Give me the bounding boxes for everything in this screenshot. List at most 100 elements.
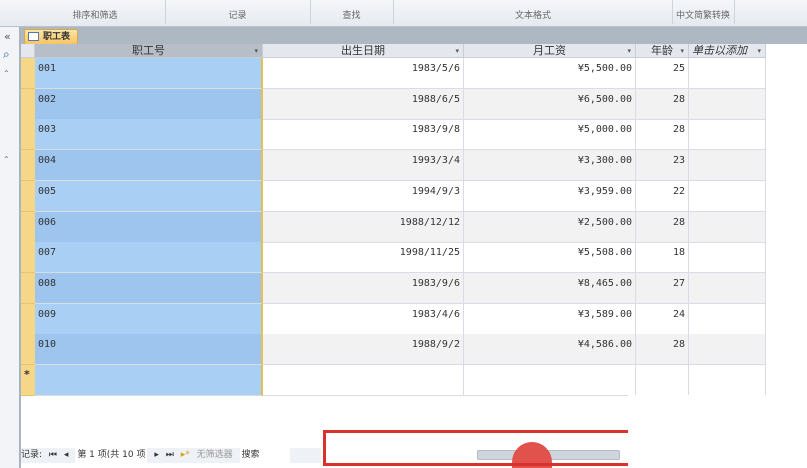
cell-add-field[interactable]	[689, 242, 766, 274]
cell-birth-date[interactable]: 1993/3/4	[263, 150, 464, 182]
cell-age[interactable]: 28	[636, 88, 689, 120]
column-header-label: 出生日期	[341, 44, 385, 57]
cell-birth-date[interactable]: 1983/4/6	[263, 303, 464, 335]
cell-add-field[interactable]	[689, 272, 766, 304]
row-selector[interactable]	[21, 272, 35, 304]
cell-birth-date[interactable]: 1988/12/12	[263, 211, 464, 243]
select-all-corner[interactable]	[21, 44, 35, 58]
cell-add-field[interactable]	[689, 180, 766, 212]
new-row-cell[interactable]	[464, 365, 636, 396]
cell-age[interactable]: 23	[636, 150, 689, 182]
row-selector[interactable]	[21, 88, 35, 120]
cell-employee-id[interactable]: 010	[35, 334, 263, 366]
cell-monthly-salary[interactable]: ¥8,465.00	[464, 272, 636, 304]
no-filter-button[interactable]: 无筛选器	[197, 448, 233, 463]
watermark-area	[628, 395, 807, 468]
cell-birth-date[interactable]: 1983/5/6	[263, 58, 464, 89]
cell-add-field[interactable]	[689, 211, 766, 243]
cell-employee-id[interactable]: 007	[35, 242, 263, 274]
cell-monthly-salary[interactable]: ¥5,508.00	[464, 242, 636, 274]
collapse-pane-button[interactable]: «	[4, 30, 11, 43]
cell-monthly-salary[interactable]: ¥5,000.00	[464, 119, 636, 151]
dropdown-arrow-icon[interactable]: ▾	[757, 44, 761, 58]
cell-employee-id[interactable]: 003	[35, 119, 263, 151]
cell-age[interactable]: 28	[636, 334, 689, 366]
ribbon-group-text-format: 文本格式	[514, 11, 551, 21]
cell-age[interactable]: 28	[636, 211, 689, 243]
cell-monthly-salary[interactable]: ¥6,500.00	[464, 88, 636, 120]
row-selector[interactable]	[21, 242, 35, 274]
cell-add-field[interactable]	[689, 303, 766, 335]
cell-employee-id[interactable]: 004	[35, 150, 263, 182]
first-record-button[interactable]: ⏮	[49, 448, 57, 463]
cell-monthly-salary[interactable]: ¥5,500.00	[464, 58, 636, 89]
dropdown-arrow-icon[interactable]: ▾	[627, 44, 631, 58]
cell-age[interactable]: 28	[636, 119, 689, 151]
cell-add-field[interactable]	[689, 119, 766, 151]
dropdown-arrow-icon[interactable]: ▾	[455, 44, 459, 58]
row-selector[interactable]	[21, 334, 35, 366]
row-selector[interactable]	[21, 303, 35, 335]
cell-add-field[interactable]	[689, 58, 766, 89]
cell-employee-id[interactable]: 006	[35, 211, 263, 243]
cell-monthly-salary[interactable]: ¥2,500.00	[464, 211, 636, 243]
cell-employee-id[interactable]: 005	[35, 180, 263, 212]
column-header-label: 年龄	[651, 44, 673, 57]
row-selector[interactable]	[21, 58, 35, 89]
search-icon[interactable]: ⌕	[3, 47, 10, 62]
row-selector[interactable]: *	[21, 365, 35, 396]
row-selector[interactable]	[21, 211, 35, 243]
column-header-birth-date[interactable]: 出生日期 ▾	[263, 44, 464, 58]
cell-birth-date[interactable]: 1983/9/8	[263, 119, 464, 151]
record-navigator: 记录: ⏮ ◂ 第 1 项(共 10 项 ▸ ⏭ ▸* 无筛选器 搜索	[21, 448, 321, 463]
column-header-label: 单击以添加	[692, 44, 747, 57]
cell-birth-date[interactable]: 1998/11/25	[263, 242, 464, 274]
column-header-add-field[interactable]: 单击以添加 ▾	[689, 44, 766, 58]
cell-monthly-salary[interactable]: ¥3,959.00	[464, 180, 636, 212]
cell-employee-id[interactable]: 001	[35, 58, 263, 89]
ribbon: 排序和筛选 记录 查找 文本格式 中文简繁转换	[0, 0, 807, 27]
search-input[interactable]: 搜索	[239, 448, 290, 463]
new-record-button[interactable]: ▸*	[181, 448, 190, 463]
document-tab-bar: 职工表	[21, 27, 807, 44]
dropdown-arrow-icon[interactable]: ▾	[254, 44, 258, 58]
cell-age[interactable]: 18	[636, 242, 689, 274]
cell-age[interactable]: 27	[636, 272, 689, 304]
dropdown-arrow-icon[interactable]: ▾	[680, 44, 684, 58]
previous-record-button[interactable]: ◂	[64, 448, 69, 463]
tab-employee-table[interactable]: 职工表	[24, 29, 78, 44]
chevron-up-icon[interactable]: ⌃	[3, 155, 10, 164]
cell-birth-date[interactable]: 1988/9/2	[263, 334, 464, 366]
last-record-button[interactable]: ⏭	[166, 448, 174, 463]
cell-birth-date[interactable]: 1994/9/3	[263, 180, 464, 212]
cell-employee-id[interactable]: 009	[35, 303, 263, 335]
new-row-cell[interactable]	[263, 365, 464, 396]
new-row-cell[interactable]	[35, 365, 263, 396]
cell-age[interactable]: 22	[636, 180, 689, 212]
column-header-age[interactable]: 年龄 ▾	[636, 44, 689, 58]
ribbon-group-find: 查找	[342, 11, 361, 21]
row-selector[interactable]	[21, 150, 35, 182]
row-selector[interactable]	[21, 180, 35, 212]
cell-monthly-salary[interactable]: ¥4,586.00	[464, 334, 636, 366]
row-selector[interactable]	[21, 119, 35, 151]
cell-age[interactable]: 25	[636, 58, 689, 89]
new-row-cell[interactable]	[689, 365, 766, 396]
cell-add-field[interactable]	[689, 334, 766, 366]
column-header-employee-id[interactable]: 职工号 ▾	[35, 44, 263, 58]
current-record-field[interactable]: 第 1 项(共 10 项	[75, 448, 148, 463]
cell-add-field[interactable]	[689, 88, 766, 120]
cell-birth-date[interactable]: 1988/6/5	[263, 88, 464, 120]
cell-employee-id[interactable]: 002	[35, 88, 263, 120]
cell-age[interactable]: 24	[636, 303, 689, 335]
cell-employee-id[interactable]: 008	[35, 272, 263, 304]
cell-monthly-salary[interactable]: ¥3,589.00	[464, 303, 636, 335]
ribbon-group-sort-filter: 排序和筛选	[72, 11, 118, 21]
chevron-up-icon[interactable]: ⌃	[3, 69, 10, 78]
cell-add-field[interactable]	[689, 150, 766, 182]
next-record-button[interactable]: ▸	[154, 448, 159, 463]
column-header-monthly-salary[interactable]: 月工资 ▾	[464, 44, 636, 58]
cell-monthly-salary[interactable]: ¥3,300.00	[464, 150, 636, 182]
cell-birth-date[interactable]: 1983/9/6	[263, 272, 464, 304]
new-row-cell[interactable]	[636, 365, 689, 396]
